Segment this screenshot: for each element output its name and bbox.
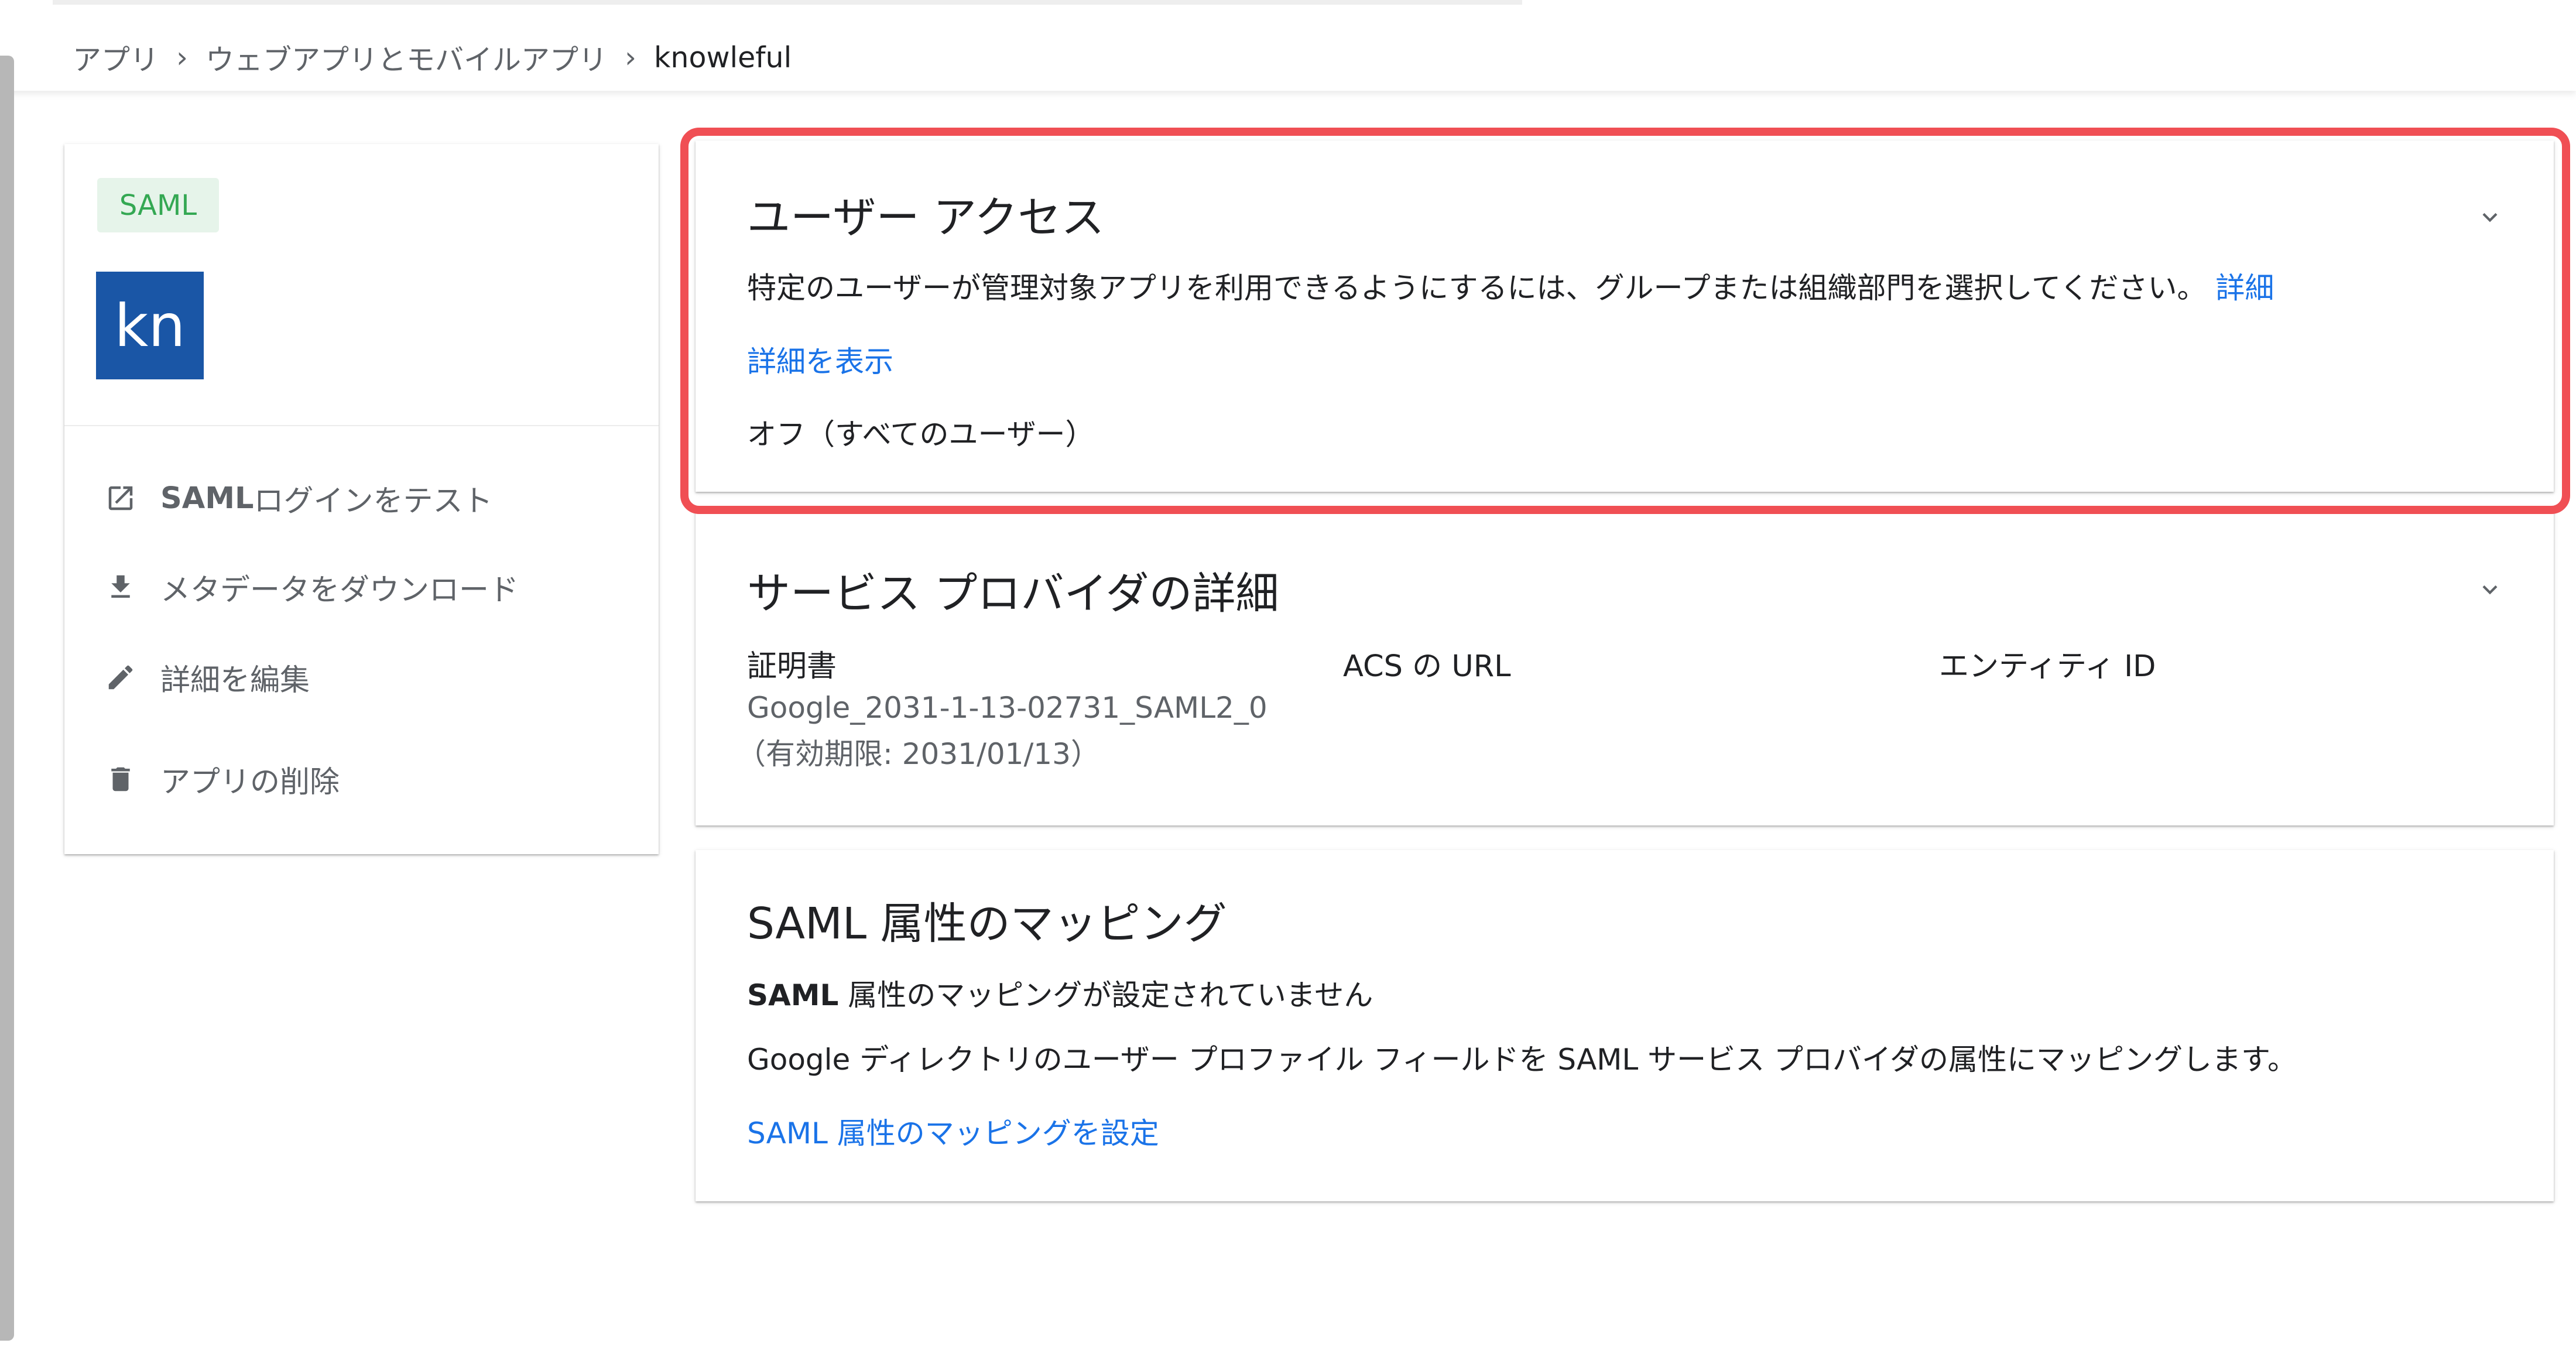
certificate-name: Google_2031-1-13-02731_SAML2_0 xyxy=(747,691,1268,725)
breadcrumb-item-current: knowleful xyxy=(654,40,792,74)
saml-badge: SAML xyxy=(97,178,219,232)
pencil-icon xyxy=(103,660,138,695)
setup-saml-mapping-link[interactable]: SAML 属性のマッピングを設定 xyxy=(747,1110,1159,1152)
saml-mapping-description: Google ディレクトリのユーザー プロファイル フィールドを SAML サー… xyxy=(747,1043,2297,1077)
service-provider-card[interactable]: サービス プロバイダの詳細 証明書 ACS の URL エンティティ ID Go… xyxy=(696,509,2554,825)
saml-mapping-status: SAML 属性のマッピングが設定されていません xyxy=(747,972,1373,1014)
highlight-box xyxy=(680,128,2570,514)
download-icon xyxy=(103,570,138,605)
certificate-expiry: （有効期限: 2031/01/13） xyxy=(737,737,1100,771)
entity-id-label: エンティティ ID xyxy=(1939,649,2156,684)
service-provider-title: サービス プロバイダの詳細 xyxy=(747,568,1279,619)
acs-url-label: ACS の URL xyxy=(1343,649,1511,684)
saml-mapping-card: SAML 属性のマッピング SAML 属性のマッピングが設定されていません Go… xyxy=(696,850,2554,1201)
top-strip xyxy=(53,0,1522,5)
breadcrumb-item-apps[interactable]: アプリ xyxy=(73,37,159,78)
saml-mapping-status-bold: SAML xyxy=(747,978,839,1012)
breadcrumb: アプリ › ウェブアプリとモバイルアプリ › knowleful xyxy=(73,34,792,81)
saml-mapping-title: SAML 属性のマッピング xyxy=(747,899,1227,949)
certificate-label: 証明書 xyxy=(747,649,837,684)
edit-details-label: 詳細を編集 xyxy=(160,663,310,698)
delete-app-label: アプリの削除 xyxy=(160,765,340,800)
edit-details-button[interactable]: 詳細を編集 xyxy=(103,651,310,704)
breadcrumb-separator-icon: › xyxy=(176,40,189,74)
test-saml-login-label-bold: SAML xyxy=(160,481,254,516)
test-saml-login-label: ログインをテスト xyxy=(254,484,493,519)
trash-icon xyxy=(103,762,138,797)
breadcrumb-separator-icon: › xyxy=(625,40,637,74)
test-saml-login-button[interactable]: SAML ログインをテスト xyxy=(103,472,492,525)
download-metadata-button[interactable]: メタデータをダウンロード xyxy=(103,561,519,614)
left-scrollbar[interactable] xyxy=(0,56,14,1341)
download-metadata-label: メタデータをダウンロード xyxy=(160,573,519,608)
saml-mapping-status-text: 属性のマッピングが設定されていません xyxy=(838,978,1373,1012)
delete-app-button[interactable]: アプリの削除 xyxy=(103,753,340,806)
breadcrumb-item-web-mobile-apps[interactable]: ウェブアプリとモバイルアプリ xyxy=(205,37,607,78)
app-summary-card: SAML kn SAML ログインをテスト メタデータをダウンロード 詳細を編集… xyxy=(64,144,659,854)
app-logo: kn xyxy=(96,272,204,379)
external-link-icon xyxy=(103,481,138,516)
chevron-down-icon[interactable] xyxy=(2475,575,2505,604)
divider xyxy=(64,425,659,426)
